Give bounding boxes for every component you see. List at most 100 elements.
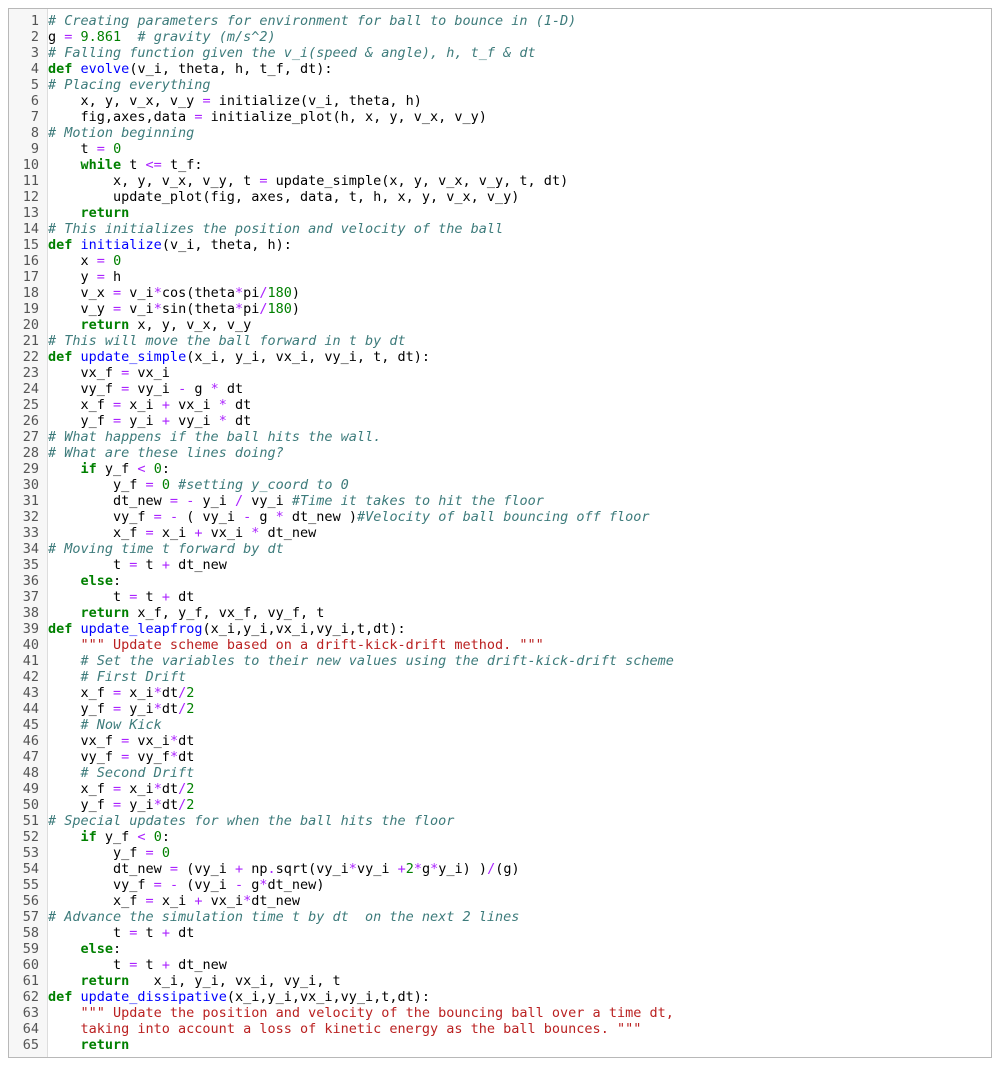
code-line[interactable]: 5 # Placing everything [9,77,991,93]
code-line[interactable]: 56 x_f = x_i + vx_i*dt_new [9,893,991,909]
code-editor[interactable]: 1 # Creating parameters for environment f… [8,8,992,1058]
code-line[interactable]: 51 # Special updates for when the ball hi… [9,813,991,829]
code-token: if [80,461,97,477]
code-line[interactable]: 27 # What happens if the ball hits the wa… [9,429,991,445]
code-text: # This will move the ball forward in t b… [47,333,406,349]
code-line[interactable]: 6 x, y, v_x, v_y = initialize(v_i, theta… [9,93,991,109]
code-line[interactable]: 13 return [9,205,991,221]
code-line[interactable]: 20 return x, y, v_x, v_y [9,317,991,333]
code-line[interactable]: 12 update_plot(fig, axes, data, t, h, x,… [9,189,991,205]
code-line[interactable]: 62 def update_dissipative(x_i,y_i,vx_i,vy… [9,989,991,1005]
code-line[interactable]: 44 y_f = y_i*dt/2 [9,701,991,717]
code-line[interactable]: 39 def update_leapfrog(x_i,y_i,vx_i,vy_i,… [9,621,991,637]
code-line[interactable]: 26 y_f = y_i + vy_i * dt [9,413,991,429]
code-line[interactable]: 58 t = t + dt [9,925,991,941]
code-line[interactable]: 53 y_f = 0 [9,845,991,861]
code-line[interactable]: 24 vy_f = vy_i - g * dt [9,381,991,397]
code-line[interactable]: 15 def initialize(v_i, theta, h): [9,237,991,253]
code-line[interactable]: 41 # Set the variables to their new valu… [9,653,991,669]
code-line[interactable]: 7 fig,axes,data = initialize_plot(h, x, … [9,109,991,125]
code-token: = [96,269,105,285]
code-line[interactable]: 37 t = t + dt [9,589,991,605]
code-line[interactable]: 11 x, y, v_x, v_y, t = update_simple(x, … [9,173,991,189]
code-line[interactable]: 25 x_f = x_i + vx_i * dt [9,397,991,413]
code-line[interactable]: 64 taking into account a loss of kinetic… [9,1021,991,1037]
code-token: pi [243,285,260,301]
code-line[interactable]: 57 # Advance the simulation time t by dt … [9,909,991,925]
code-line[interactable]: 23 vx_f = vx_i [9,365,991,381]
code-line[interactable]: 3 # Falling function given the v_i(speed … [9,45,991,61]
code-line[interactable]: 65 return [9,1037,991,1053]
code-token: = [145,845,154,861]
code-line[interactable]: 8 # Motion beginning [9,125,991,141]
code-token: * [259,877,268,893]
code-text: y_f = y_i*dt/2 [47,701,195,717]
code-line[interactable]: 2 g = 9.861 # gravity (m/s^2) [9,29,991,45]
code-area[interactable]: 1 # Creating parameters for environment f… [9,13,991,1053]
code-line[interactable]: 10 while t <= t_f: [9,157,991,173]
code-line[interactable]: 38 return x_f, y_f, vx_f, vy_f, t [9,605,991,621]
code-token: dt [161,701,179,717]
code-line[interactable]: 16 x = 0 [9,253,991,269]
code-line[interactable]: 60 t = t + dt_new [9,957,991,973]
code-token: """ Update the position and velocity of … [80,1005,674,1021]
code-line[interactable]: 43 x_f = x_i*dt/2 [9,685,991,701]
code-token: 0 [113,141,122,157]
code-line[interactable]: 21 # This will move the ball forward in t… [9,333,991,349]
code-line[interactable]: 17 y = h [9,269,991,285]
code-line[interactable]: 54 dt_new = (vy_i + np.sqrt(vy_i*vy_i +2… [9,861,991,877]
code-line[interactable]: 19 v_y = v_i*sin(theta*pi/180) [9,301,991,317]
code-line[interactable]: 22 def update_simple(x_i, y_i, vx_i, vy_i… [9,349,991,365]
code-text: # Set the variables to their new values … [47,653,674,669]
code-text: def evolve(v_i, theta, h, t_f, dt): [47,61,333,77]
code-text: vy_f = - ( vy_i - g * dt_new )#Velocity … [47,509,650,525]
code-line[interactable]: 40 """ Update scheme based on a drift-ki… [9,637,991,653]
code-token: x_i [121,685,154,701]
code-token: - [235,877,244,893]
code-token: y_f [96,461,138,477]
code-line[interactable]: 55 vy_f = - (vy_i - g*dt_new) [9,877,991,893]
code-line[interactable]: 50 y_f = y_i*dt/2 [9,797,991,813]
code-line[interactable]: 36 else: [9,573,991,589]
line-number: 44 [22,701,39,717]
code-line[interactable]: 63 """ Update the position and velocity … [9,1005,991,1021]
code-token: t [137,557,162,573]
code-token: + [161,925,170,941]
code-line[interactable]: 46 vx_f = vx_i*dt [9,733,991,749]
code-token: 2 [186,797,195,813]
line-number: 28 [22,445,39,461]
code-line[interactable]: 61 return x_i, y_i, vx_i, vy_i, t [9,973,991,989]
code-token: x_i [153,893,195,909]
code-line[interactable]: 29 if y_f < 0: [9,461,991,477]
code-text: # What are these lines doing? [47,445,284,461]
code-line[interactable]: 35 t = t + dt_new [9,557,991,573]
code-line[interactable]: 47 vy_f = vy_f*dt [9,749,991,765]
code-line[interactable]: 42 # First Drift [9,669,991,685]
line-number: 7 [30,109,39,125]
code-line[interactable]: 49 x_f = x_i*dt/2 [9,781,991,797]
code-token: : [113,941,122,957]
code-line[interactable]: 52 if y_f < 0: [9,829,991,845]
code-line[interactable]: 45 # Now Kick [9,717,991,733]
code-text: dt_new = - y_i / vy_i #Time it takes to … [47,493,544,509]
code-line[interactable]: 32 vy_f = - ( vy_i - g * dt_new )#Veloci… [9,509,991,525]
code-line[interactable]: 18 v_x = v_i*cos(theta*pi/180) [9,285,991,301]
code-token: / [178,685,187,701]
code-line[interactable]: 30 y_f = 0 #setting y_coord to 0 [9,477,991,493]
code-line[interactable]: 28 # What are these lines doing? [9,445,991,461]
code-line[interactable]: 48 # Second Drift [9,765,991,781]
code-line[interactable]: 4 def evolve(v_i, theta, h, t_f, dt): [9,61,991,77]
code-line[interactable]: 59 else: [9,941,991,957]
code-line[interactable]: 31 dt_new = - y_i / vy_i #Time it takes … [9,493,991,509]
code-line[interactable]: 34 # Moving time t forward by dt [9,541,991,557]
line-number: 14 [22,221,39,237]
code-line[interactable]: 14 # This initializes the position and ve… [9,221,991,237]
code-line[interactable]: 1 # Creating parameters for environment f… [9,13,991,29]
code-line[interactable]: 33 x_f = x_i + vx_i * dt_new [9,525,991,541]
code-token: / [178,797,187,813]
line-number: 40 [22,637,39,653]
code-line[interactable]: 9 t = 0 [9,141,991,157]
